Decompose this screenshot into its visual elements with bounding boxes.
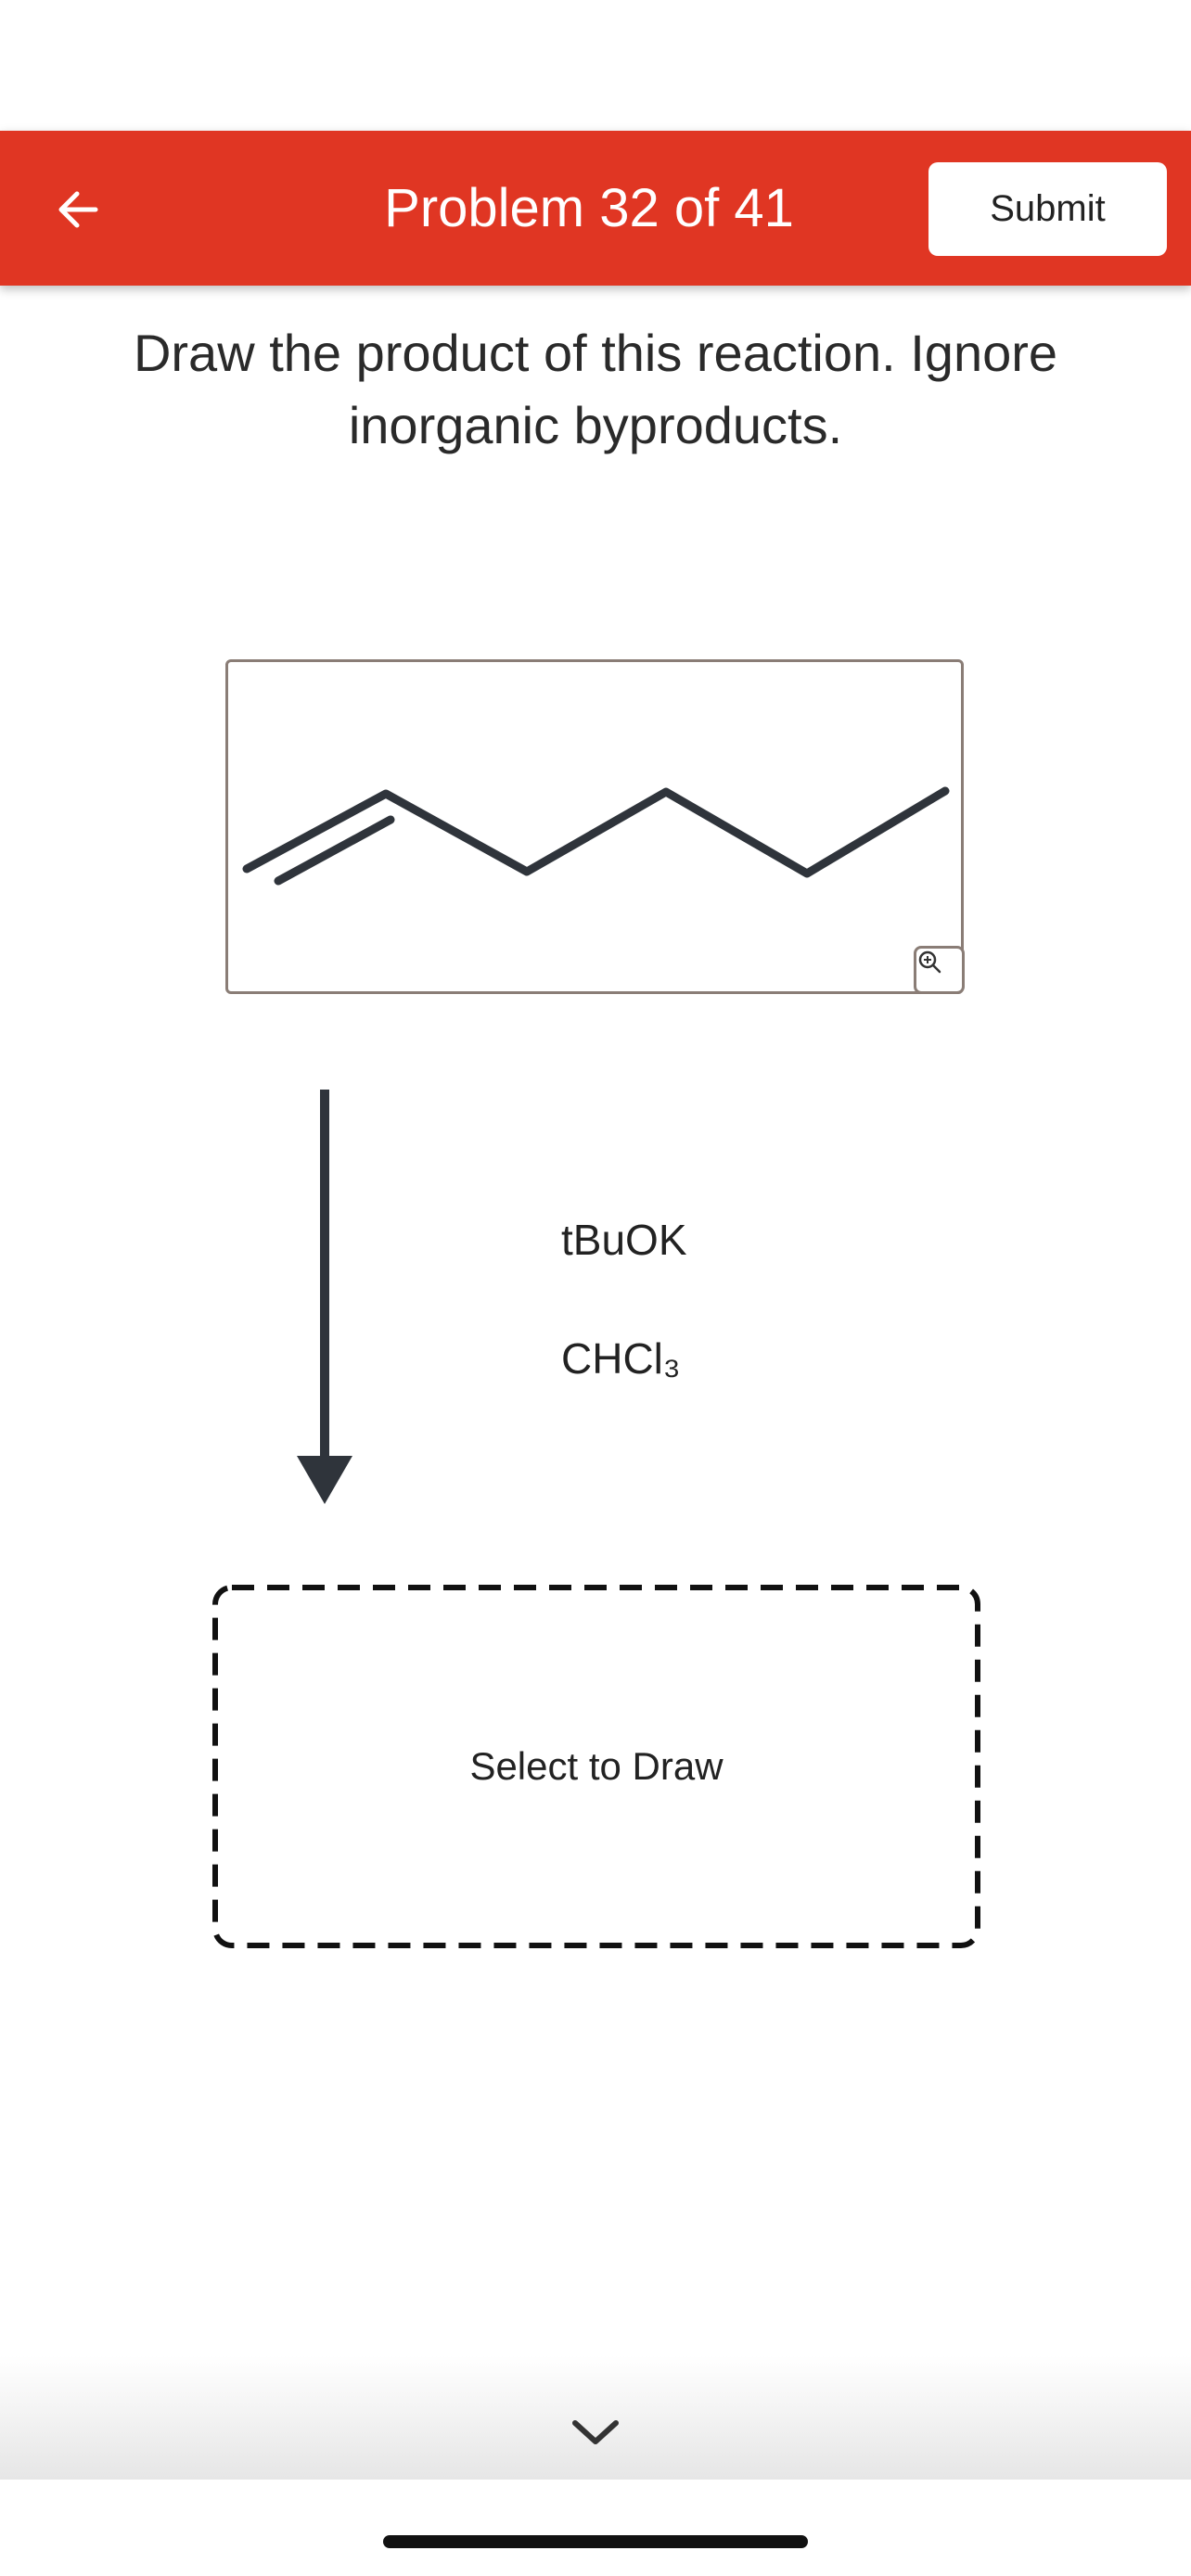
back-button[interactable]	[37, 168, 121, 251]
reactant-structure-box	[225, 659, 965, 994]
chevron-down-icon	[572, 2420, 619, 2444]
question-text: Draw the product of this reaction. Ignor…	[133, 324, 1058, 454]
reagent-base: tBuOK	[561, 1216, 687, 1264]
home-indicator	[383, 2535, 808, 2548]
reaction-arrow-icon	[297, 1090, 352, 1504]
arrow-left-icon	[58, 191, 98, 228]
submit-button[interactable]: Submit	[928, 162, 1167, 256]
problem-title: Problem 32 of 41	[384, 178, 794, 238]
expand-toggle[interactable]	[558, 2400, 633, 2465]
zoom-button[interactable]	[914, 946, 965, 994]
zoom-in-icon	[918, 950, 941, 974]
product-draw-area[interactable]: Select to Draw	[211, 1584, 981, 1949]
select-to-draw-label: Select to Draw	[469, 1744, 724, 1788]
reagent-solvent: CHCl₃	[561, 1334, 681, 1383]
header-bar: Problem 32 of 41 Submit	[0, 131, 1191, 286]
reactant-structure	[242, 786, 950, 886]
